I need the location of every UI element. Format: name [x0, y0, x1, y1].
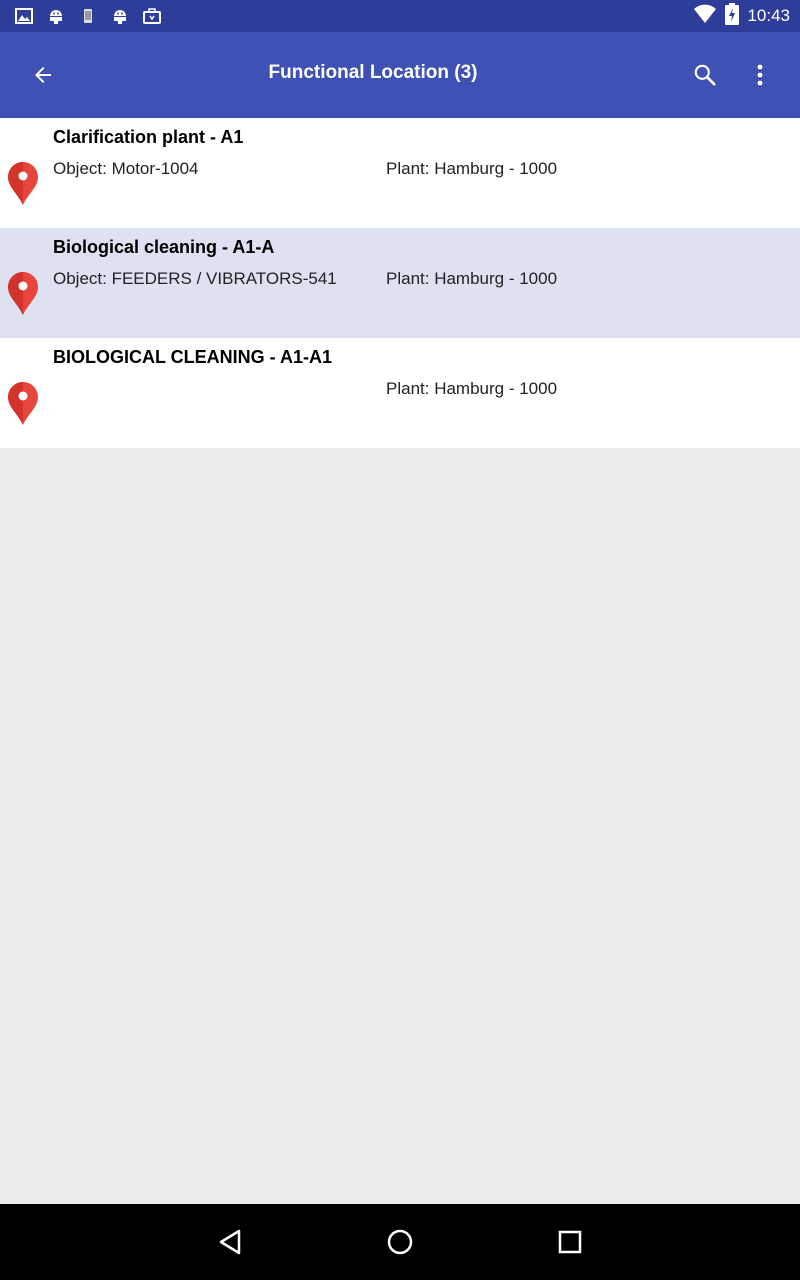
- briefcase-icon: [142, 6, 162, 26]
- status-bar: 10:43: [0, 0, 800, 32]
- list-item[interactable]: Clarification plant - A1 Object: Motor-1…: [0, 118, 800, 228]
- android-icon: [46, 6, 66, 26]
- item-title: Clarification plant - A1: [53, 127, 244, 147]
- wifi-icon: [693, 4, 717, 29]
- item-object: Object: Motor-1004: [53, 159, 199, 178]
- item-plant: Plant: Hamburg - 1000: [386, 159, 558, 178]
- list-item[interactable]: Biological cleaning - A1-A Object: FEEDE…: [0, 228, 800, 338]
- clock: 10:43: [747, 6, 790, 25]
- page-title: Functional Location (3): [268, 62, 478, 83]
- item-object: Object: FEEDERS / VIBRATORS-541: [53, 269, 337, 288]
- item-title: BIOLOGICAL CLEANING - A1-A1: [53, 347, 333, 367]
- android-icon: [110, 6, 130, 26]
- overflow-menu-button[interactable]: [740, 54, 780, 96]
- item-plant: Plant: Hamburg - 1000: [386, 269, 558, 288]
- more-vert-icon: [757, 64, 763, 86]
- nav-recents-button[interactable]: [550, 1222, 590, 1262]
- device-icon: [78, 6, 98, 26]
- image-icon: [14, 6, 34, 26]
- item-title: Biological cleaning - A1-A: [53, 237, 275, 257]
- back-triangle-icon: [219, 1229, 241, 1255]
- list-item[interactable]: BIOLOGICAL CLEANING - A1-A1 Plant: Hambu…: [0, 338, 800, 448]
- nav-home-button[interactable]: [380, 1222, 420, 1262]
- notification-icons: [14, 6, 162, 26]
- app-bar: Functional Location (3): [0, 32, 800, 118]
- navigation-bar: [0, 1204, 800, 1280]
- battery-charging-icon: [725, 2, 740, 30]
- location-pin-icon: [8, 382, 38, 425]
- home-circle-icon: [387, 1229, 413, 1255]
- search-icon: [694, 64, 716, 86]
- item-plant: Plant: Hamburg - 1000: [386, 379, 558, 398]
- nav-back-button[interactable]: [210, 1222, 250, 1262]
- location-pin-icon: [8, 162, 38, 205]
- system-icons: 10:43: [693, 2, 790, 30]
- functional-location-list: Clarification plant - A1 Object: Motor-1…: [0, 118, 800, 448]
- search-button[interactable]: [684, 54, 726, 96]
- location-pin-icon: [8, 272, 38, 315]
- recents-square-icon: [558, 1230, 582, 1254]
